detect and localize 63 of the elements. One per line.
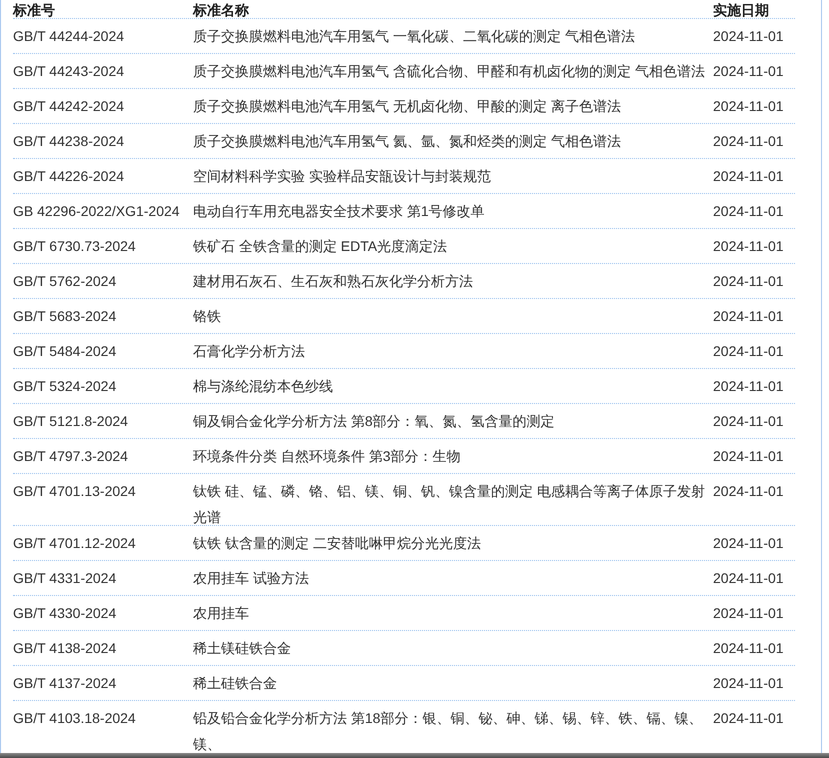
standard-number: GB/T 5484-2024 bbox=[13, 343, 116, 359]
standard-number: GB/T 4701.13-2024 bbox=[13, 483, 136, 499]
standard-title: 农用挂车 试验方法 bbox=[193, 569, 310, 588]
effective-date: 2024-11-01 bbox=[713, 675, 784, 691]
standard-number: GB/T 4103.18-2024 bbox=[13, 710, 136, 726]
standard-title: 铅及铅合金化学分析方法 第18部分：银、铜、铋、砷、锑、锡、锌、铁、镉、镍、镁、 bbox=[193, 709, 704, 753]
standard-title: 建材用石灰石、生石灰和熟石灰化学分析方法 bbox=[193, 272, 474, 291]
standard-title: 铜及铜合金化学分析方法 第8部分：氧、氮、氢含量的测定 bbox=[193, 412, 556, 431]
effective-date: 2024-11-01 bbox=[713, 710, 784, 726]
standard-title: 稀土镁硅铁合金 bbox=[193, 639, 292, 658]
effective-date: 2024-11-01 bbox=[713, 63, 784, 79]
standard-title: 电动自行车用充电器安全技术要求 第1号修改单 bbox=[193, 202, 486, 221]
effective-date: 2024-11-01 bbox=[713, 308, 784, 324]
standard-title: 钛铁 钛含量的测定 二安替吡啉甲烷分光光度法 bbox=[193, 534, 482, 553]
standard-title: 环境条件分类 自然环境条件 第3部分：生物 bbox=[193, 447, 462, 466]
effective-date: 2024-11-01 bbox=[713, 535, 784, 551]
standard-title: 钛铁 硅、锰、磷、铬、铝、镁、铜、钒、镍含量的测定 电感耦合等离子体原子发射光谱 bbox=[193, 482, 706, 527]
effective-date: 2024-11-01 bbox=[713, 273, 784, 289]
standard-number: GB/T 44226-2024 bbox=[13, 168, 124, 184]
standard-title: 质子交换膜燃料电池汽车用氢气 含硫化合物、甲醛和有机卤化物的测定 气相色谱法 bbox=[193, 62, 706, 81]
standard-number: GB/T 44238-2024 bbox=[13, 133, 124, 149]
effective-date: 2024-11-01 bbox=[713, 133, 784, 149]
effective-date: 2024-11-01 bbox=[713, 448, 784, 464]
effective-date: 2024-11-01 bbox=[713, 203, 784, 219]
standard-title: 棉与涤纶混纺本色纱线 bbox=[193, 377, 334, 396]
effective-date: 2024-11-01 bbox=[713, 28, 784, 44]
column-header: 实施日期 bbox=[713, 1, 770, 20]
standard-title: 石膏化学分析方法 bbox=[193, 342, 306, 361]
effective-date: 2024-11-01 bbox=[713, 413, 784, 429]
standard-number: GB 42296-2022/XG1-2024 bbox=[13, 203, 180, 219]
effective-date: 2024-11-01 bbox=[713, 605, 784, 621]
standard-number: GB/T 5683-2024 bbox=[13, 308, 116, 324]
standard-number: GB/T 44244-2024 bbox=[13, 28, 124, 44]
standard-number: GB/T 5324-2024 bbox=[13, 378, 116, 394]
effective-date: 2024-11-01 bbox=[713, 570, 784, 586]
standard-title: 质子交换膜燃料电池汽车用氢气 一氧化碳、二氧化碳的测定 气相色谱法 bbox=[193, 27, 636, 46]
effective-date: 2024-11-01 bbox=[713, 238, 784, 254]
standard-title: 质子交换膜燃料电池汽车用氢气 氦、氩、氮和烃类的测定 气相色谱法 bbox=[193, 132, 622, 151]
effective-date: 2024-11-01 bbox=[713, 343, 784, 359]
effective-date: 2024-11-01 bbox=[713, 98, 784, 114]
standard-number: GB/T 5762-2024 bbox=[13, 273, 116, 289]
effective-date: 2024-11-01 bbox=[713, 483, 784, 499]
effective-date: 2024-11-01 bbox=[713, 168, 784, 184]
standard-title: 稀土硅铁合金 bbox=[193, 674, 278, 693]
standard-title: 铁矿石 全铁含量的测定 EDTA光度滴定法 bbox=[193, 237, 448, 256]
column-header: 标准名称 bbox=[193, 1, 250, 20]
standard-number: GB/T 4330-2024 bbox=[13, 605, 116, 621]
standard-number: GB/T 4331-2024 bbox=[13, 570, 116, 586]
standard-title: 质子交换膜燃料电池汽车用氢气 无机卤化物、甲酸的测定 离子色谱法 bbox=[193, 97, 622, 116]
standard-number: GB/T 4138-2024 bbox=[13, 640, 116, 656]
standard-number: GB/T 4137-2024 bbox=[13, 675, 116, 691]
standard-number: GB/T 6730.73-2024 bbox=[13, 238, 136, 254]
effective-date: 2024-11-01 bbox=[713, 378, 784, 394]
standard-number: GB/T 44242-2024 bbox=[13, 98, 124, 114]
standard-number: GB/T 4797.3-2024 bbox=[13, 448, 128, 464]
standard-number: GB/T 5121.8-2024 bbox=[13, 413, 128, 429]
standard-title: 铬铁 bbox=[193, 307, 222, 326]
standard-number: GB/T 44243-2024 bbox=[13, 63, 124, 79]
standard-title: 空间材料科学实验 实验样品安瓿设计与封装规范 bbox=[193, 167, 492, 186]
standard-number: GB/T 4701.12-2024 bbox=[13, 535, 136, 551]
standard-title: 农用挂车 bbox=[193, 604, 250, 623]
effective-date: 2024-11-01 bbox=[713, 640, 784, 656]
column-header: 标准号 bbox=[13, 1, 56, 20]
